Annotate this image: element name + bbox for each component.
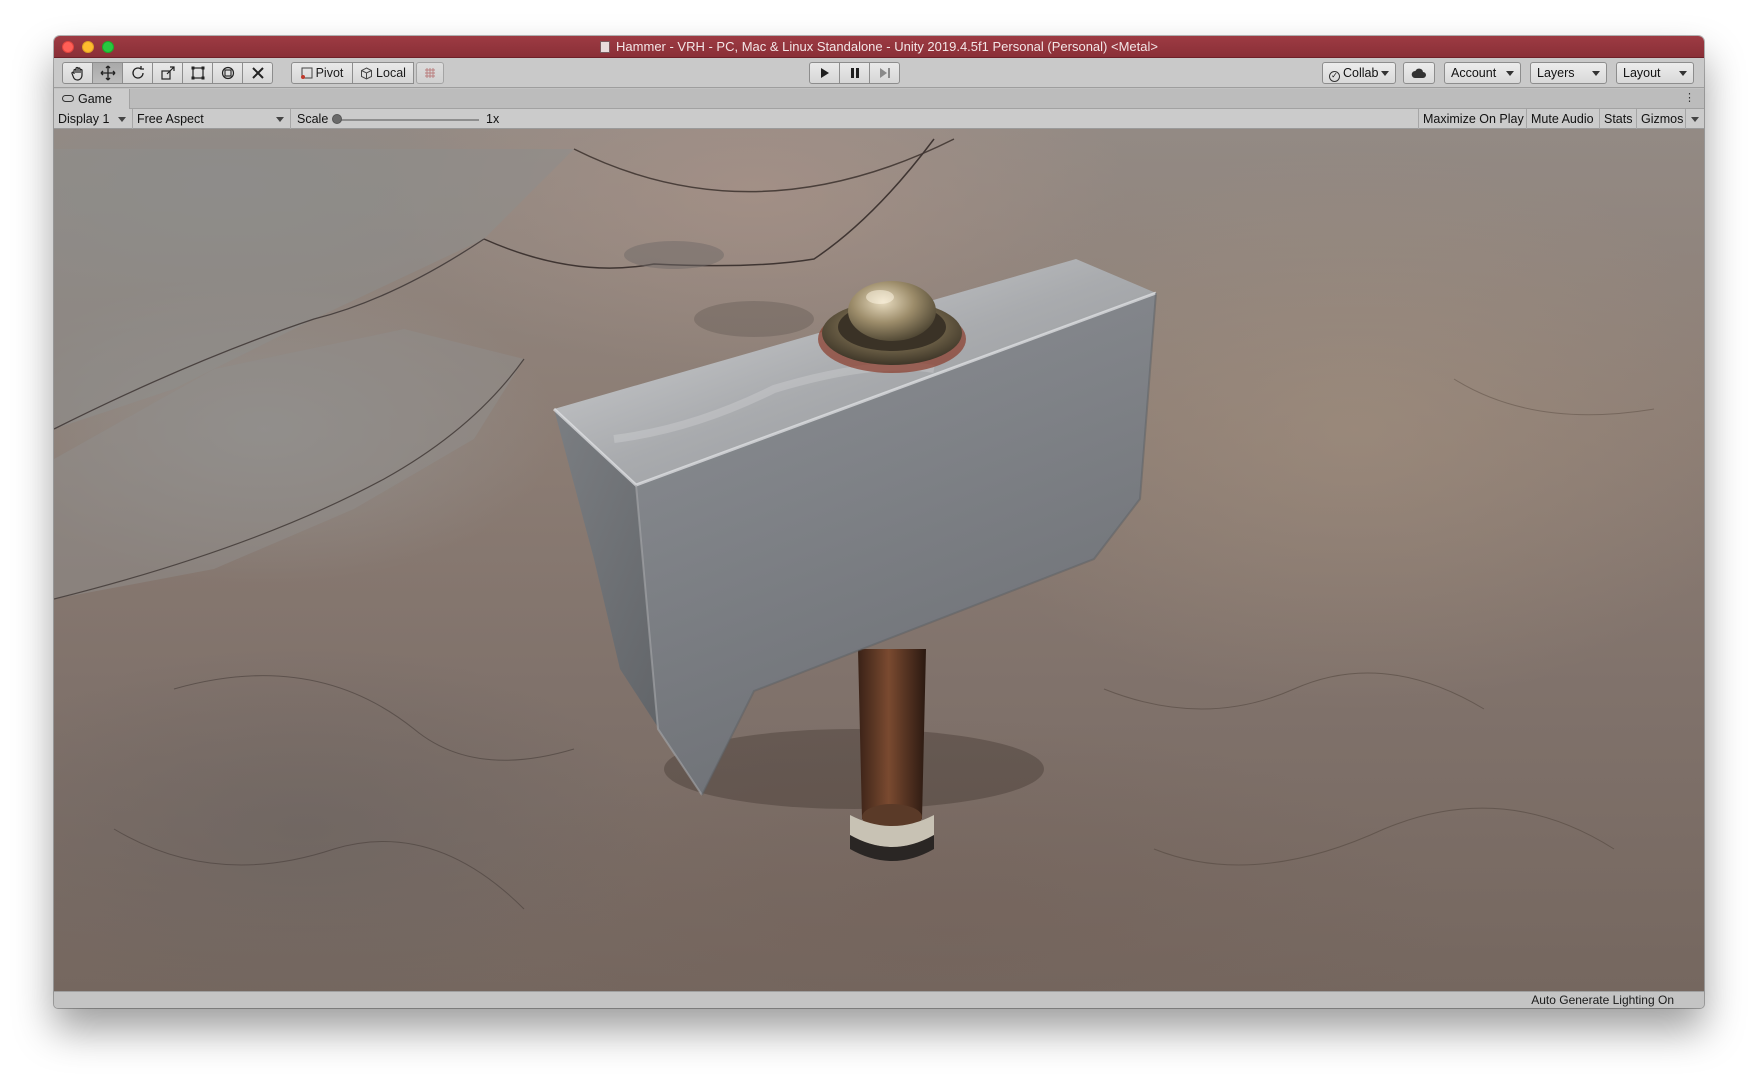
window-title: Hammer - VRH - PC, Mac & Linux Standalon… <box>616 39 1158 54</box>
gamepad-icon <box>62 95 74 102</box>
checkmark-circle-icon: ✓ <box>1329 71 1340 82</box>
play-icon <box>820 68 829 78</box>
scale-slider-track[interactable] <box>335 119 479 121</box>
game-tab-label: Game <box>78 92 113 106</box>
pivot-label: Pivot <box>315 66 344 80</box>
local-toggle[interactable]: Local <box>352 62 414 84</box>
step-button[interactable] <box>869 62 900 84</box>
maximize-window-button[interactable] <box>102 41 114 53</box>
chevron-down-icon <box>1679 71 1687 76</box>
status-bar: Auto Generate Lighting On <box>54 991 1704 1008</box>
minimize-window-button[interactable] <box>82 41 94 53</box>
rotate-tool-icon[interactable] <box>122 62 153 84</box>
mute-audio-toggle[interactable]: Mute Audio <box>1527 109 1600 129</box>
scale-slider-thumb[interactable] <box>332 114 342 124</box>
move-tool-icon[interactable] <box>92 62 123 84</box>
grid-snap-icon <box>425 68 435 78</box>
lighting-status[interactable]: Auto Generate Lighting On <box>1531 993 1674 1008</box>
chevron-down-icon <box>1592 71 1600 76</box>
chevron-down-icon <box>1381 71 1389 76</box>
aspect-label: Free Aspect <box>137 112 204 126</box>
gizmos-toggle[interactable]: Gizmos <box>1637 109 1685 129</box>
scale-tool-icon[interactable] <box>152 62 183 84</box>
document-icon <box>600 41 611 53</box>
playmode-controls <box>809 62 900 84</box>
tab-bar: Game ⋮ <box>54 89 1704 109</box>
maximize-on-play-toggle[interactable]: Maximize On Play <box>1418 109 1527 129</box>
grid-snap-button[interactable] <box>416 62 444 84</box>
aspect-dropdown[interactable]: Free Aspect <box>133 109 291 129</box>
game-viewport[interactable] <box>54 129 1704 991</box>
layout-label: Layout <box>1623 66 1661 80</box>
pause-button[interactable] <box>839 62 870 84</box>
scale-value: 1x <box>486 112 500 126</box>
collab-label: Collab <box>1343 66 1379 80</box>
account-dropdown[interactable]: Account <box>1444 62 1521 84</box>
stats-toggle[interactable]: Stats <box>1600 109 1637 129</box>
rect-tool-icon[interactable] <box>182 62 213 84</box>
layers-label: Layers <box>1537 66 1575 80</box>
local-cube-icon <box>361 66 373 80</box>
tab-game[interactable]: Game <box>54 89 130 109</box>
step-icon <box>879 68 890 78</box>
cloud-button[interactable] <box>1403 62 1435 84</box>
transform-tool-icon[interactable] <box>212 62 243 84</box>
layout-dropdown[interactable]: Layout <box>1616 62 1694 84</box>
scale-label: Scale <box>297 112 329 126</box>
title-bar: Hammer - VRH - PC, Mac & Linux Standalon… <box>54 36 1704 58</box>
handle-position-group: Pivot Local <box>291 62 444 84</box>
play-button[interactable] <box>809 62 840 84</box>
transform-tool-group <box>62 62 273 84</box>
pivot-toggle[interactable]: Pivot <box>291 62 353 84</box>
account-label: Account <box>1451 66 1497 80</box>
local-label: Local <box>376 66 406 80</box>
close-window-button[interactable] <box>62 41 74 53</box>
custom-tools-icon[interactable] <box>242 62 273 84</box>
hand-tool-icon[interactable] <box>62 62 93 84</box>
gizmos-dropdown[interactable] <box>1685 109 1704 129</box>
chevron-down-icon <box>276 117 284 122</box>
collab-dropdown[interactable]: ✓ Collab <box>1322 62 1396 84</box>
layers-dropdown[interactable]: Layers <box>1530 62 1607 84</box>
pause-icon <box>850 68 859 78</box>
display-dropdown[interactable]: Display 1 <box>54 109 133 129</box>
main-toolbar: Pivot Local ✓ Collab Account Layers Layo… <box>54 58 1704 88</box>
pivot-icon <box>300 67 313 79</box>
chevron-down-icon <box>1506 71 1514 76</box>
scene-render <box>54 138 1655 910</box>
chevron-down-icon <box>1691 117 1699 122</box>
unity-editor-window: Hammer - VRH - PC, Mac & Linux Standalon… <box>54 36 1704 1008</box>
cloud-icon <box>1411 68 1426 78</box>
game-view-controls: Display 1 Free Aspect Scale 1x Maximize … <box>54 109 1704 129</box>
more-options-icon[interactable]: ⋮ <box>1684 91 1695 104</box>
display-label: Display 1 <box>58 112 110 126</box>
chevron-down-icon <box>118 117 126 122</box>
